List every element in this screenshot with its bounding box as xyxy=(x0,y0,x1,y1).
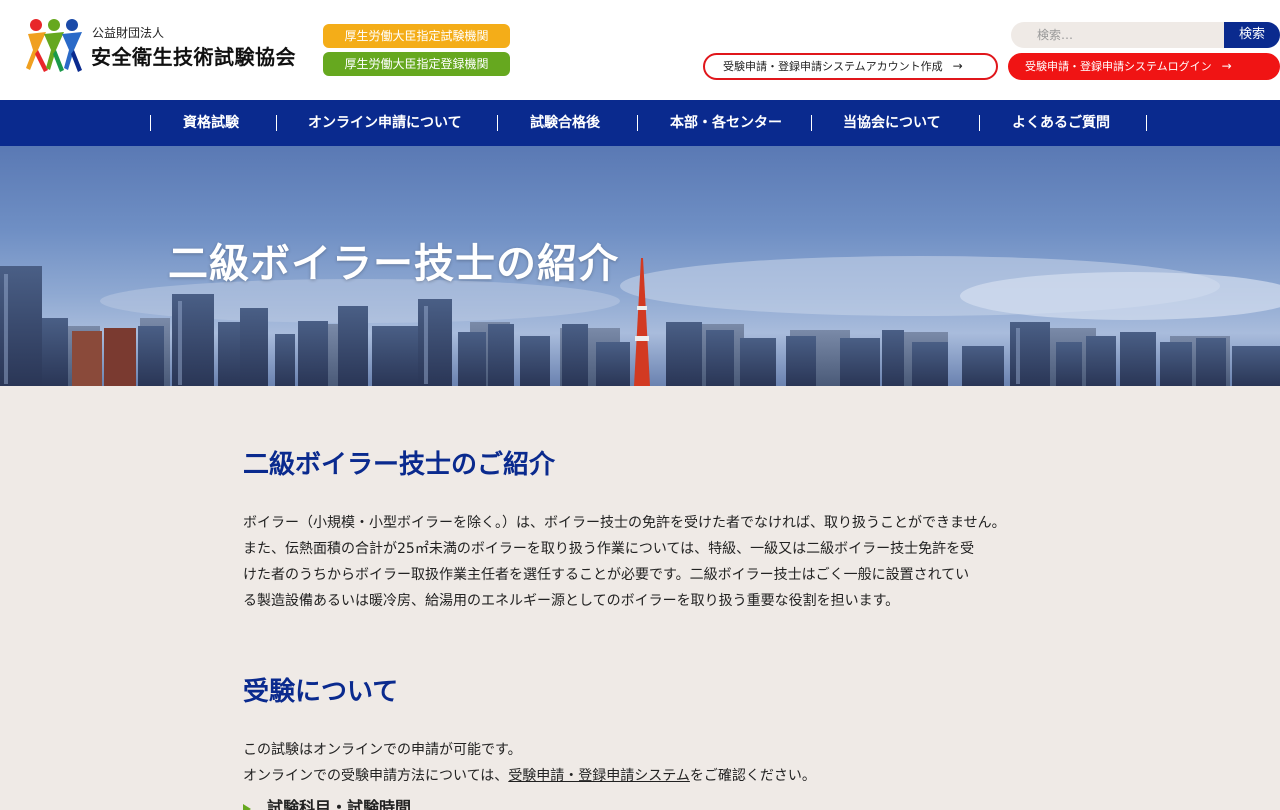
site-header: 公益財団法人 安全衛生技術試験協会 厚生労働大臣指定試験機関 厚生労働大臣指定登… xyxy=(0,0,1280,100)
nav-divider xyxy=(497,115,498,131)
org-type-label: 公益財団法人 xyxy=(92,26,165,40)
global-nav: 資格試験 オンライン申請について 試験合格後 本部・各センター 当協会について … xyxy=(0,100,1280,146)
nav-divider xyxy=(811,115,812,131)
section-title-introduction: 二級ボイラー技士のご紹介 xyxy=(243,450,556,480)
paragraph-line: る製造設備あるいは暖冷房、給湯用のエネルギー源としてのボイラーを取り扱う重要な役… xyxy=(243,593,900,609)
nav-item-centers[interactable]: 本部・各センター xyxy=(670,100,782,146)
nav-divider xyxy=(637,115,638,131)
paragraph-line: また、伝熱面積の合計が25㎡未満のボイラーを取り扱う作業については、特級、一級又… xyxy=(243,541,975,557)
search-button[interactable]: 検索 xyxy=(1224,22,1280,48)
nav-item-after-passing[interactable]: 試験合格後 xyxy=(530,100,600,146)
hero-banner: 二級ボイラー技士の紹介 xyxy=(0,146,1280,386)
online-application-guide: オンラインでの受験申請方法については、受験申請・登録申請システムをご確認ください… xyxy=(243,763,816,789)
system-login-button[interactable]: 受験申請・登録申請システムログイン → xyxy=(1008,53,1280,80)
subsection-title-exam-subjects: 試験科目・試験時間 xyxy=(267,798,412,810)
introduction-paragraph: ボイラー（小規模・小型ボイラーを除く。）は、ボイラー技士の免許を受けた者でなけれ… xyxy=(243,510,1048,614)
nav-divider xyxy=(979,115,980,131)
nav-divider xyxy=(276,115,277,131)
guide-text-prefix: オンラインでの受験申請方法については、 xyxy=(243,768,509,784)
triangle-bullet-icon xyxy=(243,804,251,810)
online-application-note: この試験はオンラインでの申請が可能です。 xyxy=(243,742,522,758)
arrow-right-icon: → xyxy=(952,59,963,73)
application-system-link[interactable]: 受験申請・登録申請システム xyxy=(508,768,690,784)
account-create-label: 受験申請・登録申請システムアカウント作成 xyxy=(723,60,943,73)
arrow-right-icon: → xyxy=(1221,59,1232,73)
designated-register-badge: 厚生労働大臣指定登録機関 xyxy=(323,52,510,76)
paragraph-line: ボイラー（小規模・小型ボイラーを除く。）は、ボイラー技士の免許を受けた者でなけれ… xyxy=(243,515,1006,531)
nav-item-faq[interactable]: よくあるご質問 xyxy=(1012,100,1110,146)
guide-text-suffix: をご確認ください。 xyxy=(689,768,816,784)
account-create-button[interactable]: 受験申請・登録申請システムアカウント作成 → xyxy=(703,53,998,80)
search-input[interactable] xyxy=(1011,22,1225,48)
section-title-exam: 受験について xyxy=(243,677,399,707)
logo-people-icon xyxy=(26,19,82,72)
nav-item-qualification-exam[interactable]: 資格試験 xyxy=(183,100,239,146)
org-name[interactable]: 安全衛生技術試験協会 xyxy=(91,44,296,70)
nav-divider xyxy=(1146,115,1147,131)
nav-divider xyxy=(150,115,151,131)
page-title: 二級ボイラー技士の紹介 xyxy=(168,241,619,287)
system-login-label: 受験申請・登録申請システムログイン xyxy=(1025,60,1212,73)
nav-item-online-application[interactable]: オンライン申請について xyxy=(308,100,462,146)
designated-exam-badge: 厚生労働大臣指定試験機関 xyxy=(323,24,510,48)
nav-item-about[interactable]: 当協会について xyxy=(843,100,941,146)
paragraph-line: けた者のうちからボイラー取扱作業主任者を選任することが必要です。二級ボイラー技士… xyxy=(243,567,970,583)
